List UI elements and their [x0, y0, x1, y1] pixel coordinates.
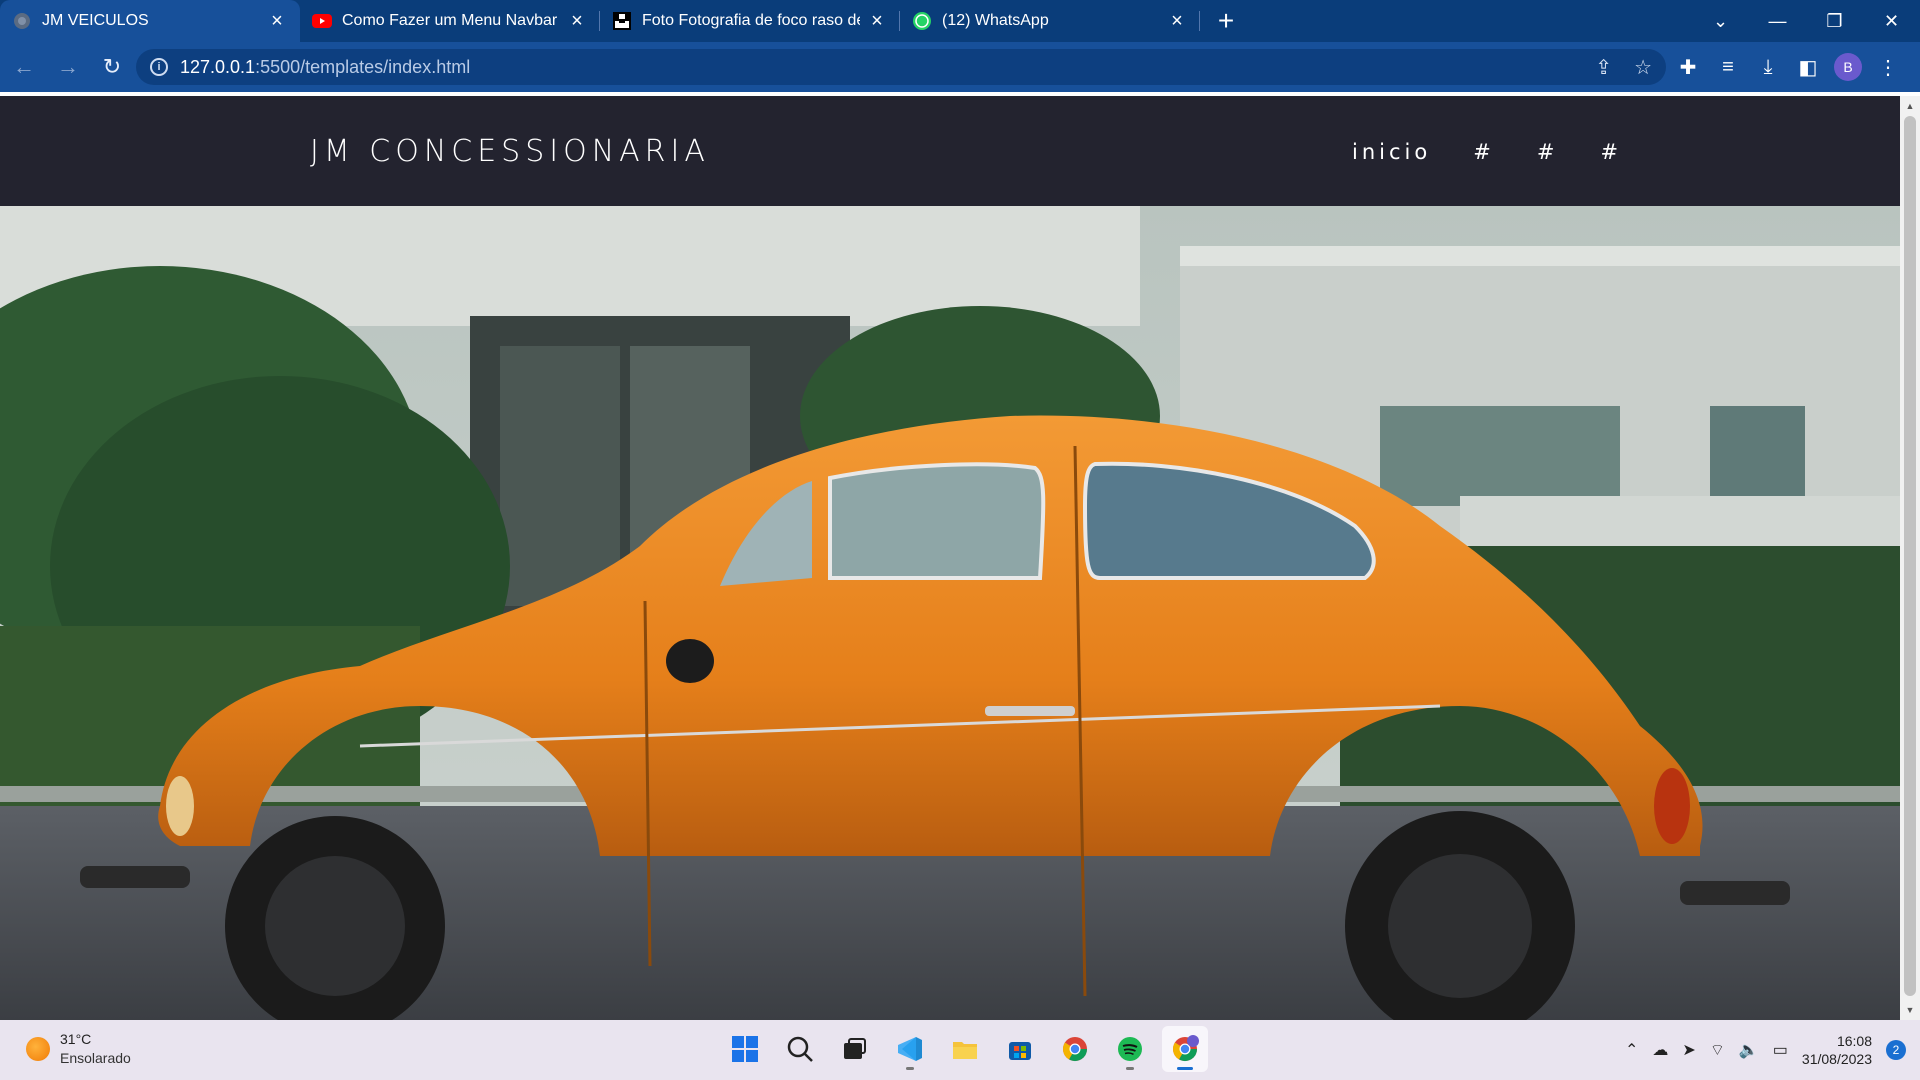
sun-icon [26, 1037, 50, 1061]
site-nav: inicio # # # [1352, 140, 1664, 164]
address-bar[interactable]: i 127.0.0.1:5500/templates/index.html ⇪ … [136, 49, 1666, 85]
scroll-down-icon[interactable]: ▼ [1900, 1002, 1920, 1018]
volume-icon[interactable]: 🔈 [1739, 1040, 1759, 1060]
file-explorer-icon[interactable] [942, 1026, 988, 1072]
close-window-icon[interactable]: ✕ [1863, 11, 1920, 32]
bookmark-star-icon[interactable]: ☆ [1634, 55, 1652, 80]
site-info-icon[interactable]: i [150, 58, 168, 76]
tab-title: JM VEICULOS [42, 12, 149, 29]
chrome-icon[interactable] [1052, 1026, 1098, 1072]
back-icon[interactable]: ← [4, 47, 44, 87]
url-host: 127.0.0.1 [180, 56, 256, 77]
hero-image-orange-beetle [0, 206, 1900, 1020]
vscode-icon[interactable] [887, 1026, 933, 1072]
battery-icon[interactable]: ▭ [1773, 1040, 1788, 1060]
windows-taskbar: 31°C Ensolarado ⌃ ☁ ➤ ⌔ 🔈 ▭ 16:08 31/08/… [0, 1020, 1920, 1080]
show-hidden-icons-icon[interactable]: ⌃ [1625, 1040, 1638, 1060]
scroll-up-icon[interactable]: ▲ [1900, 98, 1920, 114]
store-icon[interactable] [997, 1026, 1043, 1072]
system-tray: ⌃ ☁ ➤ ⌔ 🔈 ▭ 16:08 31/08/2023 2 [1625, 1020, 1906, 1080]
globe-icon [12, 11, 32, 31]
whatsapp-icon [912, 11, 932, 31]
youtube-icon [312, 11, 332, 31]
spotify-icon[interactable] [1107, 1026, 1153, 1072]
close-tab-icon[interactable]: × [866, 10, 888, 32]
running-indicator [1126, 1067, 1134, 1070]
weather-widget[interactable]: 31°C Ensolarado [26, 1030, 131, 1068]
weather-description: Ensolarado [60, 1050, 131, 1066]
search-icon[interactable] [777, 1026, 823, 1072]
extensions-puzzle-icon[interactable]: ✚ [1674, 55, 1702, 80]
window-controls: ⌄ — ❐ ✕ [1692, 0, 1920, 42]
weather-temperature: 31°C [60, 1031, 92, 1047]
chrome-profile-icon[interactable] [1162, 1026, 1208, 1072]
side-panel-icon[interactable]: ◧ [1794, 55, 1822, 80]
forward-icon[interactable]: → [48, 47, 88, 87]
browser-toolbar: ← → ↻ i 127.0.0.1:5500/templates/index.h… [0, 42, 1920, 92]
tab-title: Como Fazer um Menu Navbar Re [342, 12, 560, 29]
tab-title: (12) WhatsApp [942, 12, 1049, 29]
close-tab-icon[interactable]: × [266, 10, 288, 32]
tab-youtube[interactable]: Como Fazer um Menu Navbar Re × [300, 0, 600, 42]
downloads-icon[interactable]: ⤓ [1754, 56, 1782, 79]
nav-link-4[interactable]: # [1600, 140, 1622, 164]
nav-link-inicio[interactable]: inicio [1352, 140, 1431, 164]
tab-whatsapp[interactable]: (12) WhatsApp × [900, 0, 1200, 42]
clock-time: 16:08 [1836, 1033, 1872, 1049]
tab-jm-veiculos[interactable]: JM VEICULOS × [0, 0, 300, 42]
nav-link-2[interactable]: # [1473, 140, 1495, 164]
close-tab-icon[interactable]: × [1166, 10, 1188, 32]
notification-badge[interactable]: 2 [1886, 1040, 1906, 1060]
wifi-icon[interactable]: ⌔ [1710, 1040, 1725, 1060]
new-tab-button[interactable]: + [1206, 1, 1246, 41]
running-indicator [906, 1067, 914, 1070]
scrollbar-thumb[interactable] [1904, 116, 1916, 996]
extensions-area: ✚ ≡ ⤓ ◧ B ⋮ [1674, 42, 1902, 92]
page-viewport: JM CONCESSIONARIA inicio # # # [0, 96, 1900, 1020]
media-queue-icon[interactable]: ≡ [1714, 56, 1742, 79]
clock[interactable]: 16:08 31/08/2023 [1802, 1032, 1872, 1068]
vertical-scrollbar[interactable]: ▲ ▼ [1900, 96, 1920, 1020]
menu-kebab-icon[interactable]: ⋮ [1874, 55, 1902, 80]
location-icon[interactable]: ➤ [1682, 1040, 1695, 1060]
tab-search-icon[interactable]: ⌄ [1692, 11, 1749, 32]
site-brand[interactable]: JM CONCESSIONARIA [310, 134, 710, 169]
active-indicator [1177, 1067, 1193, 1070]
task-view-icon[interactable] [832, 1026, 878, 1072]
hero-illustration [0, 206, 1900, 1020]
nav-link-3[interactable]: # [1537, 140, 1559, 164]
tab-unsplash[interactable]: Foto Fotografia de foco raso de × [600, 0, 900, 42]
minimize-icon[interactable]: — [1749, 11, 1806, 32]
profile-avatar[interactable]: B [1834, 53, 1862, 81]
tab-strip: JM VEICULOS × Como Fazer um Menu Navbar … [0, 0, 1920, 42]
url-path: :5500/templates/index.html [255, 56, 471, 77]
tab-separator [1199, 11, 1200, 31]
site-header: JM CONCESSIONARIA inicio # # # [0, 96, 1900, 206]
clock-date: 31/08/2023 [1801, 1051, 1872, 1067]
start-icon[interactable] [722, 1026, 768, 1072]
unsplash-icon [612, 11, 632, 31]
share-icon[interactable]: ⇪ [1595, 55, 1612, 80]
taskbar-apps [722, 1026, 1208, 1072]
tab-title: Foto Fotografia de foco raso de [642, 12, 860, 29]
reload-icon[interactable]: ↻ [92, 47, 132, 87]
restore-icon[interactable]: ❐ [1806, 11, 1863, 32]
onedrive-cloud-icon[interactable]: ☁ [1652, 1040, 1668, 1060]
close-tab-icon[interactable]: × [566, 10, 588, 32]
